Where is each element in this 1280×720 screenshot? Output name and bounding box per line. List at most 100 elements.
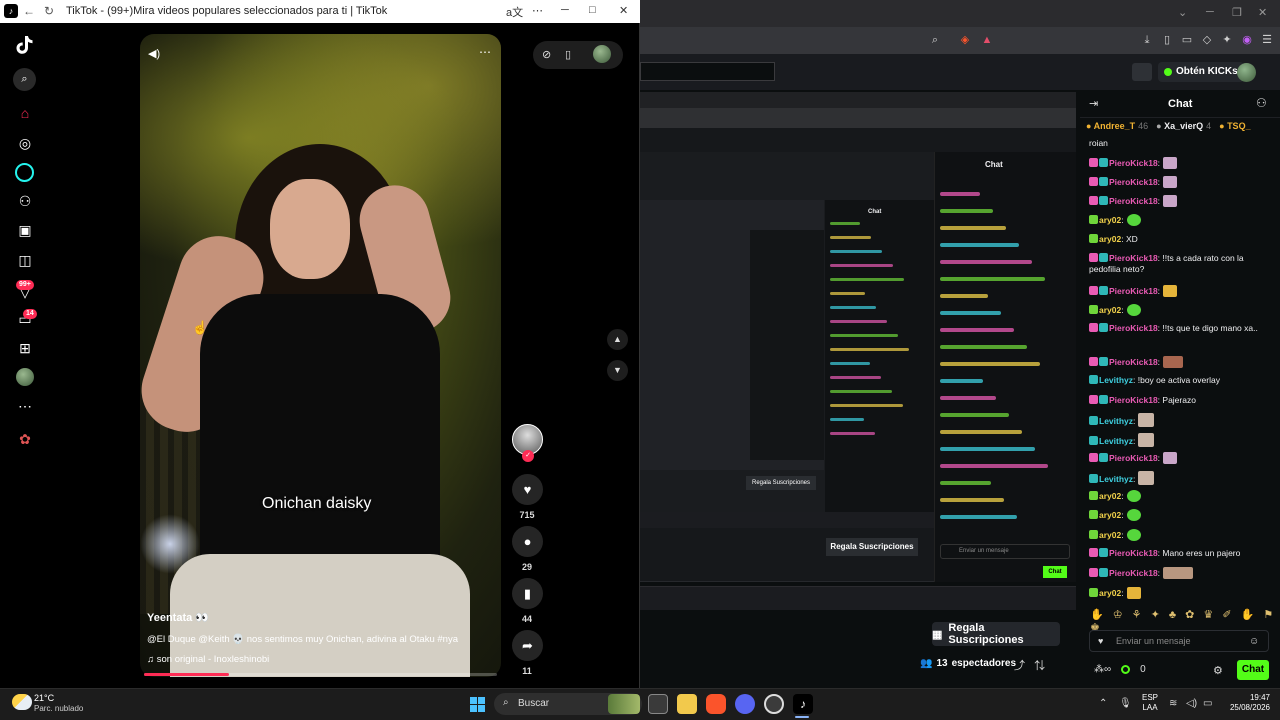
tiktok-taskbar-icon[interactable]: ♪	[793, 694, 813, 714]
search-icon[interactable]: ⌕	[13, 68, 36, 91]
account-avatar[interactable]	[593, 45, 611, 63]
language-indicator[interactable]: ESP LAA	[1142, 693, 1158, 713]
chat-username[interactable]: PieroKick18	[1109, 158, 1158, 168]
clip-icon[interactable]: ⇅	[1034, 660, 1045, 672]
tv-icon[interactable]: ◫	[16, 251, 34, 269]
chat-message-input[interactable]: Enviar un mensaje	[1089, 630, 1269, 652]
brave-shield-icon[interactable]: ◈	[958, 33, 972, 47]
microphone-icon[interactable]: 🎙	[1119, 698, 1132, 709]
translate-icon[interactable]: a文	[506, 4, 523, 20]
weather-description[interactable]: Parc. nublado	[34, 704, 83, 713]
obs-icon[interactable]	[764, 694, 784, 714]
minimize-icon[interactable]: ─	[561, 4, 569, 16]
video-sound[interactable]: ♫ son original - Inoxleshinobi	[147, 654, 269, 665]
more-icon[interactable]: ⋯	[16, 397, 34, 415]
chat-username[interactable]: ary02	[1099, 530, 1121, 540]
kick-search-input[interactable]	[640, 62, 775, 81]
chat-username[interactable]: PieroKick18	[1109, 286, 1158, 296]
live-tv-icon[interactable]: ▣	[16, 221, 34, 239]
chat-username[interactable]: Levithyz	[1099, 474, 1133, 484]
get-kicks-button[interactable]: Obtén KICKs	[1158, 62, 1244, 82]
chat-username[interactable]: ary02	[1099, 510, 1121, 520]
volume-icon[interactable]: ◀)	[148, 47, 160, 60]
upload-icon[interactable]: ⊞	[16, 339, 34, 357]
vpn-icon[interactable]: ◇	[1200, 33, 1214, 47]
chat-send-button[interactable]: Chat	[1237, 660, 1269, 680]
video-more-icon[interactable]: ⋯	[479, 45, 491, 59]
maximize-icon[interactable]: □	[589, 4, 596, 16]
chat-username[interactable]: ary02	[1099, 491, 1121, 501]
chat-username[interactable]: ary02	[1099, 588, 1121, 598]
gift-subscriptions-button[interactable]: ▦ Regala Suscripciones	[932, 622, 1060, 646]
clock[interactable]: 19:47 25/08/2026	[1222, 693, 1270, 713]
chat-settings-icon[interactable]: ⚙	[1213, 664, 1223, 677]
back-icon[interactable]: ←	[23, 4, 35, 18]
chat-username[interactable]: PieroKick18	[1109, 196, 1158, 206]
discord-icon[interactable]	[735, 694, 755, 714]
chat-username[interactable]: Levithyz	[1099, 436, 1133, 446]
chat-username[interactable]: PieroKick18	[1109, 323, 1158, 333]
chat-username[interactable]: ary02	[1099, 234, 1121, 244]
kick-layout-button[interactable]	[1132, 63, 1152, 81]
reload-icon[interactable]: ↻	[44, 4, 54, 18]
chat-username[interactable]: PieroKick18	[1109, 253, 1158, 263]
weather-temperature[interactable]: 21°C	[34, 693, 54, 703]
profile-avatar[interactable]	[16, 368, 34, 386]
share-icon[interactable]: ⤴	[1014, 660, 1025, 672]
chat-username[interactable]: PieroKick18	[1109, 568, 1158, 578]
start-icon[interactable]	[470, 697, 485, 712]
effect-icon[interactable]: ✿	[16, 430, 34, 448]
chat-username[interactable]: PieroKick18	[1109, 395, 1158, 405]
chat-username[interactable]: Levithyz	[1099, 416, 1133, 426]
sidebar-toggle-icon[interactable]: ▯	[1160, 33, 1174, 47]
task-view-icon[interactable]	[648, 694, 668, 714]
chat-username[interactable]: PieroKick18	[1109, 453, 1158, 463]
next-video-button[interactable]: ▼	[607, 360, 628, 381]
previous-video-button[interactable]: ▲	[607, 329, 628, 350]
download-icon[interactable]: ⤓	[1140, 33, 1154, 47]
video-player[interactable]	[140, 34, 501, 677]
phone-icon[interactable]: ▯	[565, 48, 571, 61]
battery-icon[interactable]: ▭	[1203, 698, 1212, 709]
weather-icon[interactable]	[12, 694, 32, 710]
brave-rewards-icon[interactable]: ▲	[980, 33, 994, 47]
volume-icon[interactable]: ◁)	[1186, 698, 1197, 709]
chevron-down-icon[interactable]: ⌄	[1178, 6, 1187, 19]
chat-username[interactable]: PieroKick18	[1109, 177, 1158, 187]
ai-icon[interactable]: ◉	[1240, 33, 1254, 47]
emoji-icon[interactable]: ☺	[1249, 636, 1259, 647]
wallet-icon[interactable]: ▭	[1180, 33, 1194, 47]
chat-users-icon[interactable]: ⚇	[1256, 96, 1267, 110]
file-explorer-icon[interactable]	[677, 694, 697, 714]
more-options-icon[interactable]: ⋯	[532, 4, 543, 17]
kick-user-avatar[interactable]	[1237, 63, 1256, 82]
channel-points-icon[interactable]: ⁂∞	[1094, 664, 1111, 675]
compass-icon[interactable]: ⊘	[542, 48, 551, 61]
gifter-item[interactable]: ● TSQ_	[1219, 121, 1253, 137]
search-highlight-image[interactable]	[608, 694, 640, 714]
chat-username[interactable]: ary02	[1099, 215, 1121, 225]
close-icon[interactable]: ✕	[619, 4, 628, 17]
video-author[interactable]: Yeentata 👀	[147, 611, 209, 624]
collapse-chat-icon[interactable]: ⇥	[1089, 97, 1098, 110]
brave-browser-icon[interactable]	[706, 694, 726, 714]
video-progress-bar[interactable]	[144, 673, 497, 676]
chat-username[interactable]: PieroKick18	[1109, 357, 1158, 367]
chat-username[interactable]: Levithyz	[1099, 375, 1133, 385]
gifter-item[interactable]: ● Andree_T 46	[1086, 121, 1148, 137]
chat-username[interactable]: PieroKick18	[1109, 548, 1158, 558]
restore-icon[interactable]: ❐	[1232, 6, 1242, 19]
tray-expand-icon[interactable]: ⌃	[1099, 698, 1107, 709]
comment-button[interactable]: ●	[512, 526, 543, 557]
zoom-icon[interactable]: ⌕	[928, 33, 942, 47]
live-icon[interactable]	[15, 163, 34, 182]
menu-icon[interactable]: ☰	[1260, 33, 1274, 47]
following-icon[interactable]: ⚇	[16, 192, 34, 210]
explore-icon[interactable]: ◎	[16, 134, 34, 152]
home-icon[interactable]: ⌂	[16, 104, 34, 122]
follow-check-icon[interactable]: ✓	[522, 450, 534, 462]
like-button[interactable]: ♥	[512, 474, 543, 505]
close-icon[interactable]: ✕	[1258, 6, 1267, 19]
tiktok-logo[interactable]	[14, 34, 34, 56]
minimize-icon[interactable]: ─	[1206, 6, 1214, 18]
